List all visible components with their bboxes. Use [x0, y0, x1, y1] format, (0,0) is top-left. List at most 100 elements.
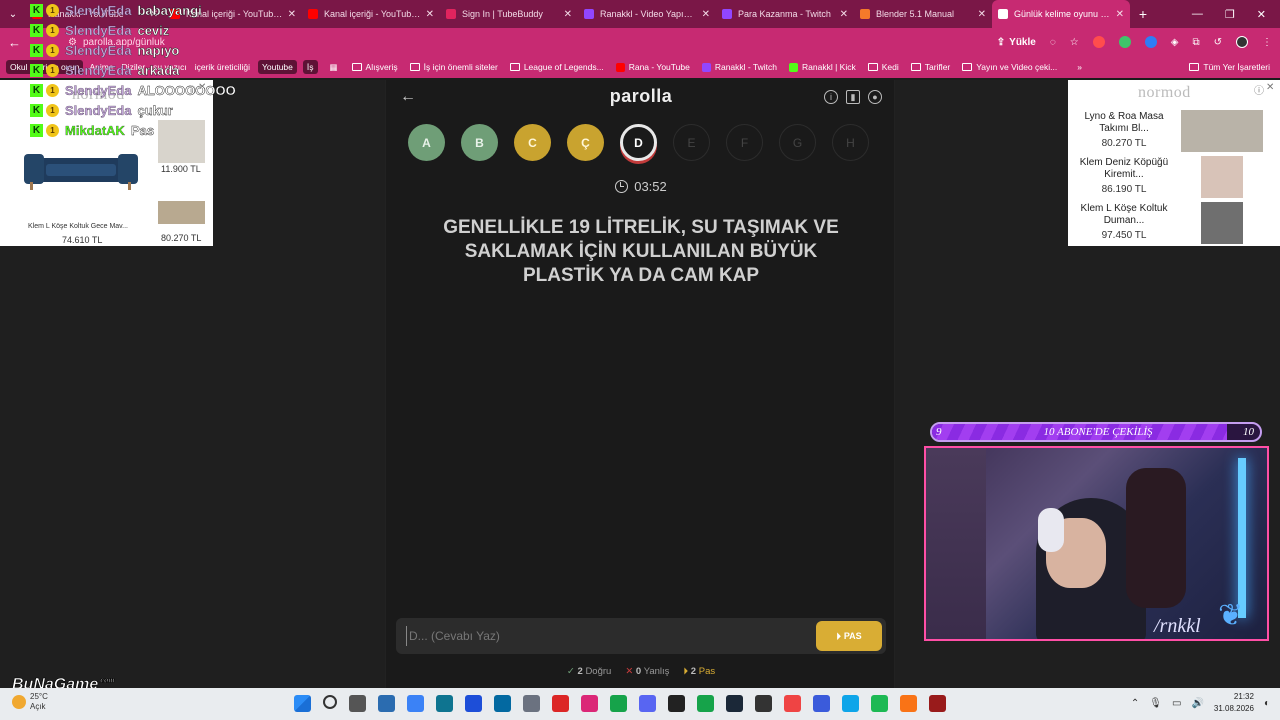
app3-icon[interactable]	[436, 695, 453, 712]
spotify-icon[interactable]	[871, 695, 888, 712]
app4-icon[interactable]	[465, 695, 482, 712]
extension-red-icon[interactable]	[1092, 36, 1105, 48]
app8-icon[interactable]	[842, 695, 859, 712]
product-thumbnail[interactable]	[1201, 156, 1243, 198]
stats-icon[interactable]: ▮	[846, 90, 860, 104]
obs-icon[interactable]	[668, 695, 685, 712]
stream-chat-overlay: K 1 SlendyEda babayangi K 1 SlendyEda ceviz K 1 Sl…	[30, 0, 280, 140]
browser-tab[interactable]: Kanal içeriği - YouTube Stu ✕	[302, 0, 440, 28]
clock[interactable]: 21:32 31.08.2026	[1214, 691, 1254, 715]
tray-chevron-icon[interactable]: ⌃	[1131, 698, 1139, 709]
tab-close-icon[interactable]: ✕	[1116, 9, 1124, 20]
extension-puzzle-icon[interactable]: ◈	[1171, 37, 1179, 48]
ea-icon[interactable]	[813, 695, 830, 712]
browser-tab[interactable]: Ranakkl - Video Yapımcısı ✕	[578, 0, 716, 28]
network-icon[interactable]: ▭	[1172, 698, 1181, 709]
product-thumbnail[interactable]	[158, 201, 205, 224]
streamer-handle: /rnkkl	[1154, 615, 1201, 637]
upload-button[interactable]: ⇪ Yükle	[997, 37, 1036, 48]
chat-text: napıyo	[137, 42, 180, 58]
all-bookmarks[interactable]: Tüm Yer İşaretleri	[1189, 62, 1270, 72]
task-view-icon[interactable]	[349, 695, 366, 712]
app10-icon[interactable]	[929, 695, 946, 712]
bookmark-folder[interactable]: Ranakkl - Twitch	[701, 62, 777, 72]
apps-grid-icon[interactable]: ▦	[330, 62, 338, 73]
steam-icon[interactable]	[726, 695, 743, 712]
bookmark-folder[interactable]: Yayın ve Video çeki...	[962, 62, 1057, 72]
chrome-icon[interactable]	[610, 695, 627, 712]
tab-close-icon[interactable]: ✕	[978, 9, 986, 20]
close-window-icon[interactable]: ✕	[1257, 8, 1266, 21]
pass-button[interactable]: ⏵ PAS	[816, 621, 882, 651]
subscriber-badge-icon: 1	[46, 103, 59, 117]
bookmark-folder[interactable]: Ranakkl | Kick	[789, 62, 856, 72]
bookmark-folder[interactable]: Alışveriş	[351, 62, 398, 72]
system-tray: ⌃ 🎙 ▭ 🔊 21:32 31.08.2026 ◐	[1131, 691, 1270, 715]
bookmark-folder[interactable]: İş için önemli siteler	[409, 62, 498, 72]
tab-close-icon[interactable]: ✕	[702, 9, 710, 20]
product-thumbnail[interactable]	[1201, 202, 1243, 244]
browser-tab[interactable]: Para Kazanma - Twitch ✕	[716, 0, 854, 28]
letter-correct: B	[461, 124, 498, 161]
app1-icon[interactable]	[378, 695, 395, 712]
eye-off-icon[interactable]: ◌	[1050, 37, 1056, 48]
folder-icon	[867, 63, 878, 71]
extensions-icon[interactable]: ⧉	[1192, 37, 1199, 48]
app6-icon[interactable]	[552, 695, 569, 712]
giveaway-label: 10 ABONE'DE ÇEKİLİŞ	[1043, 426, 1153, 438]
browser-tab[interactable]: Günlük kelime oyunu - pa ✕	[992, 0, 1130, 28]
app9-icon[interactable]	[900, 695, 917, 712]
bookmark-folder[interactable]: League of Legends...	[509, 62, 604, 72]
info-icon[interactable]: i	[824, 90, 838, 104]
profile-icon[interactable]: ●	[868, 90, 882, 104]
xbox-icon[interactable]	[697, 695, 714, 712]
tab-close-icon[interactable]: ✕	[564, 9, 572, 20]
extension-green-icon[interactable]	[1118, 36, 1131, 48]
browser-tab[interactable]: Blender 5.1 Manual ✕	[854, 0, 992, 28]
ad-info-icon[interactable]: ⓘ	[1254, 82, 1264, 97]
restore-icon[interactable]: ❐	[1225, 8, 1235, 21]
browser-tab[interactable]: Sign In | TubeBuddy ✕	[440, 0, 578, 28]
sun-icon	[12, 695, 26, 709]
letter-pass: Ç	[567, 124, 604, 161]
new-tab-button[interactable]: +	[1130, 6, 1156, 22]
correct-stat: ✓ 2 Doğru	[567, 666, 611, 677]
kick-badge-icon: K	[30, 3, 43, 17]
right-advertisement[interactable]: normod ⓘ ✕ Lyno & Roa Masa Takımı Bl... …	[1068, 80, 1280, 246]
instagram-icon[interactable]	[581, 695, 598, 712]
star-icon[interactable]: ☆	[1070, 37, 1079, 48]
windows-icon[interactable]	[294, 695, 311, 712]
folder-icon	[910, 63, 921, 71]
back-arrow-icon[interactable]: ←	[8, 35, 28, 50]
product-thumbnail[interactable]	[1181, 110, 1263, 152]
settings-icon[interactable]	[523, 695, 540, 712]
tab-title: Para Kazanma - Twitch	[738, 9, 831, 19]
volume-icon[interactable]: 🔊	[1191, 698, 1203, 709]
app2-icon[interactable]	[407, 695, 424, 712]
discord-icon[interactable]	[639, 695, 656, 712]
extension-blue-icon[interactable]	[1144, 36, 1157, 48]
menu-icon[interactable]: ⋮	[1262, 37, 1272, 48]
answer-input[interactable]	[406, 626, 806, 646]
bookmark-folder[interactable]: Tarifler	[910, 62, 950, 72]
tab-favicon-icon	[998, 9, 1008, 19]
notifications-icon[interactable]: ◐	[1264, 698, 1270, 709]
app7-icon[interactable]	[784, 695, 801, 712]
bookmarks-overflow-icon[interactable]: »	[1077, 62, 1082, 72]
microphone-icon[interactable]: 🎙	[1149, 698, 1162, 709]
epic-icon[interactable]	[755, 695, 772, 712]
tab-close-icon[interactable]: ✕	[288, 9, 296, 20]
bookmark-item[interactable]: İş	[302, 60, 318, 74]
search-icon[interactable]	[323, 695, 337, 709]
tab-close-icon[interactable]: ✕	[840, 9, 848, 20]
bookmark-folder[interactable]: Kedi	[867, 62, 899, 72]
app5-icon[interactable]	[494, 695, 511, 712]
profile-avatar[interactable]	[1236, 36, 1248, 48]
tab-close-icon[interactable]: ✕	[426, 9, 434, 20]
history-icon[interactable]: ↺	[1214, 37, 1222, 48]
bookmark-folder[interactable]: Rana - YouTube	[615, 62, 690, 72]
tab-search-icon[interactable]: ⌄	[0, 9, 26, 20]
minimize-icon[interactable]: —	[1192, 8, 1203, 21]
ad-close-icon[interactable]: ✕	[1266, 82, 1274, 93]
weather-widget[interactable]: 25°C Açık	[12, 692, 48, 712]
